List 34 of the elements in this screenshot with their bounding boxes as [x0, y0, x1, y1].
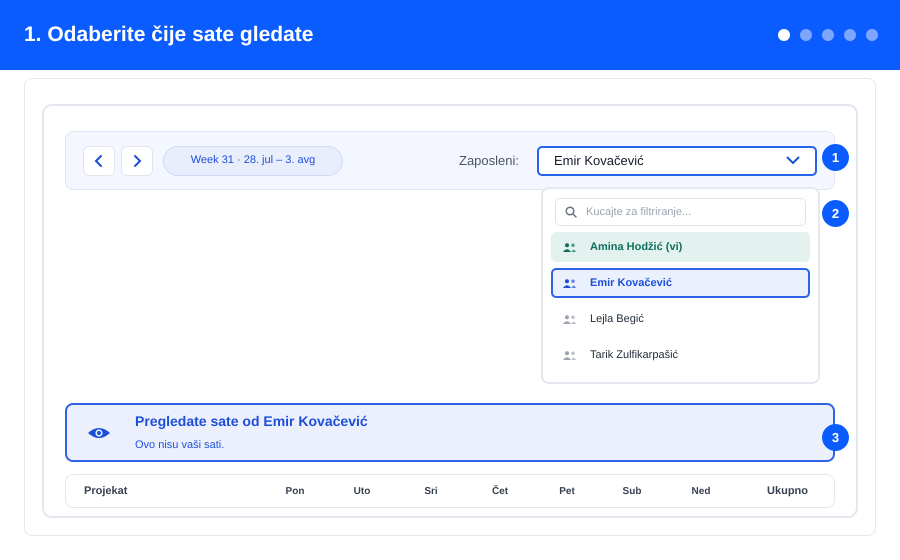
column-header: Pon [284, 484, 306, 498]
banner-subtitle: Ovo nisu vaši sati. [135, 438, 226, 454]
chevron-left-icon [94, 154, 104, 168]
people-icon [563, 278, 576, 288]
step-marker: 3 [822, 424, 849, 451]
next-week-button[interactable] [121, 146, 153, 176]
filter-field[interactable]: Kucajte za filtriranje... [555, 198, 806, 226]
page-title: 1. Odaberite čije sate gledate [24, 22, 314, 48]
column-header: Uto [352, 484, 372, 498]
column-header: Čet [490, 484, 510, 498]
banner-title: Pregledate sate od Emir Kovačević [135, 412, 368, 432]
employee-option[interactable]: Emir Kovačević [551, 268, 810, 298]
previous-week-button[interactable] [83, 146, 115, 176]
people-icon [563, 350, 576, 360]
employee-option[interactable]: Amina Hodžić (vi) [551, 232, 810, 262]
employee-select[interactable]: Emir Kovačević [537, 146, 817, 176]
employee-label: Zaposleni: [459, 152, 519, 170]
employee-option[interactable]: Lejla Begić [551, 304, 810, 334]
chevron-down-icon [786, 156, 800, 165]
column-header: Sri [423, 484, 439, 498]
employee-option[interactable]: Tarik Zulfikarpašić [551, 340, 810, 370]
column-header: Ukupno [766, 484, 809, 499]
people-icon [563, 242, 576, 252]
search-icon [565, 206, 577, 218]
column-header: Pet [558, 484, 576, 498]
eye-icon [87, 426, 111, 440]
column-header: Ned [690, 484, 712, 498]
step-marker: 1 [822, 144, 849, 171]
people-icon [563, 314, 576, 324]
week-selector[interactable]: Week 31 · 28. jul – 3. avg [163, 146, 343, 176]
column-header: Projekat [84, 484, 128, 499]
column-header: Sub [622, 484, 642, 498]
step-marker: 2 [822, 200, 849, 227]
chevron-right-icon [132, 154, 142, 168]
